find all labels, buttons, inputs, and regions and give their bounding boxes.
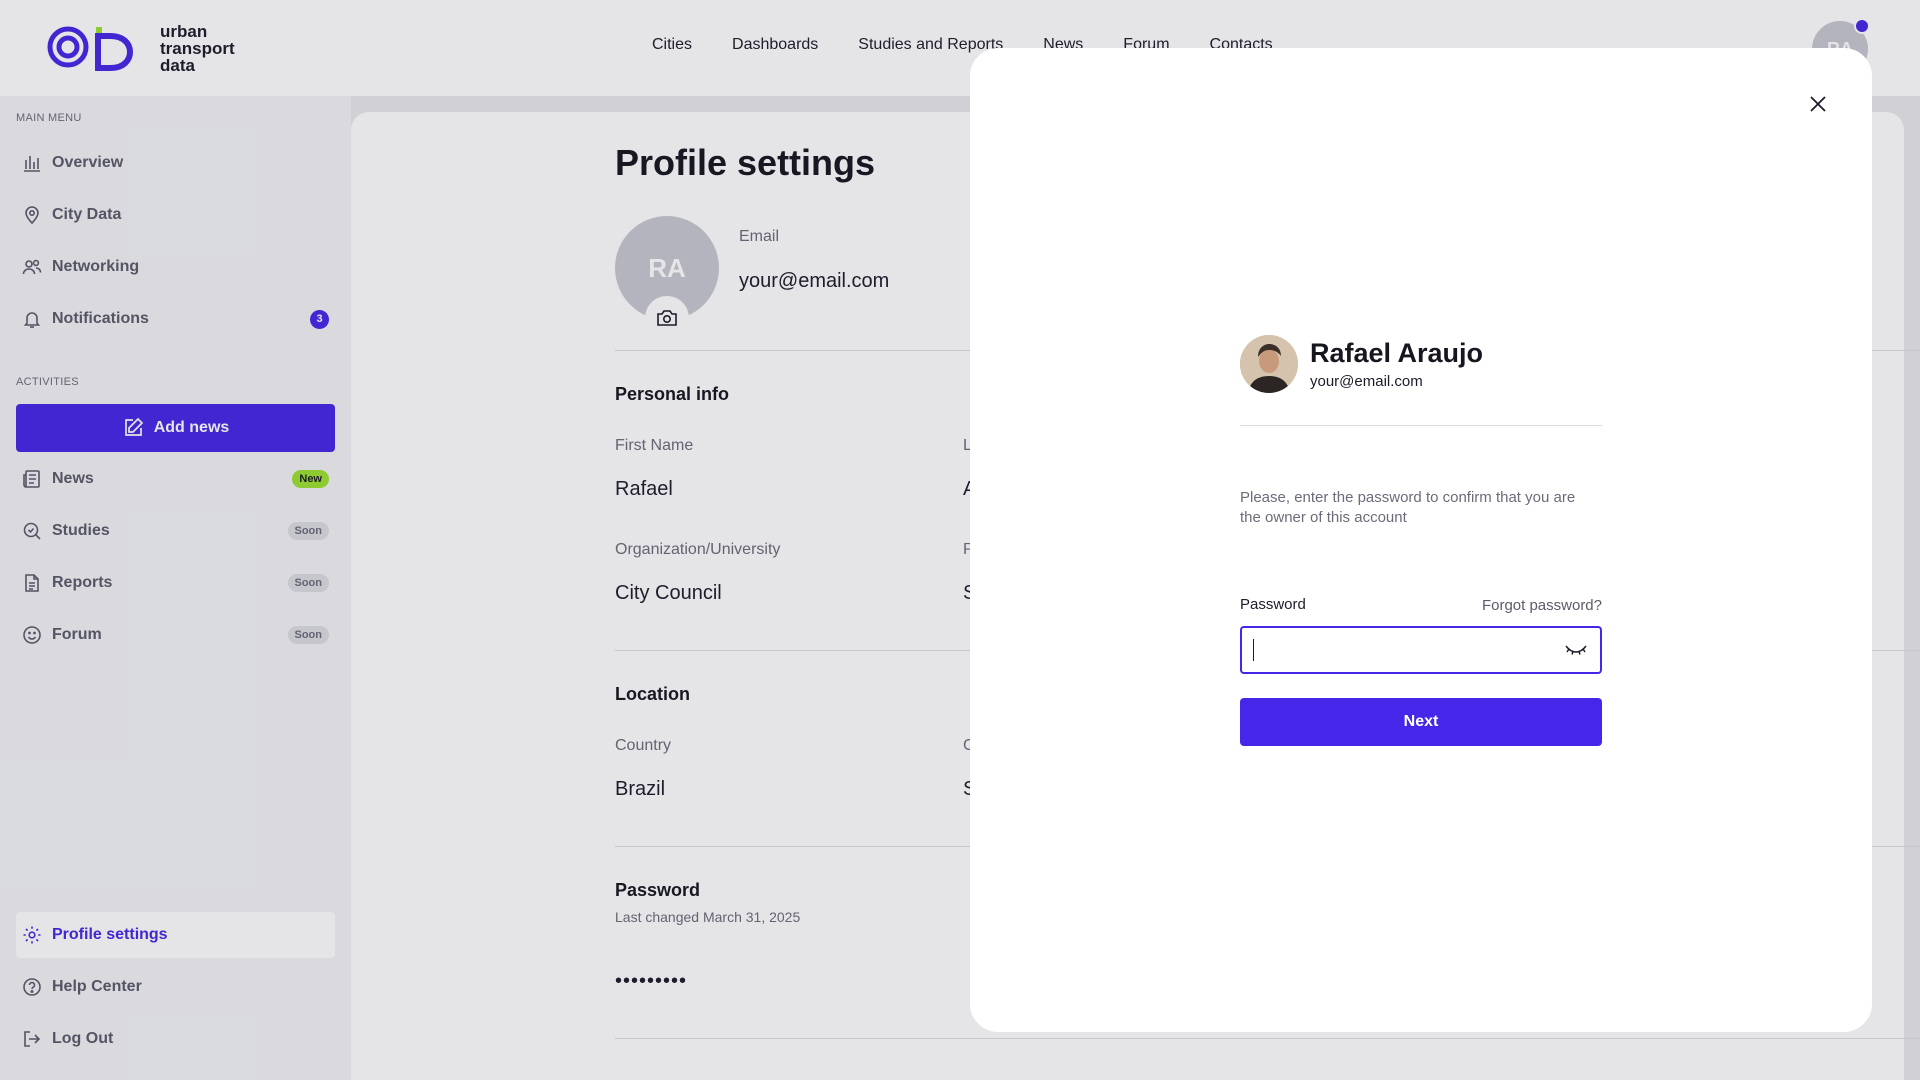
next-button[interactable]: Next	[1240, 698, 1602, 746]
user-photo	[1240, 335, 1298, 393]
forgot-password-link[interactable]: Forgot password?	[1470, 597, 1602, 614]
confirm-password-dialog: Rafael Araujo your@email.com Please, ent…	[970, 48, 1872, 1032]
dialog-description: Please, enter the password to confirm th…	[1240, 489, 1576, 526]
dialog-user-name: Rafael Araujo	[1310, 338, 1484, 368]
password-input[interactable]	[1240, 626, 1602, 674]
text-caret	[1253, 639, 1254, 661]
dialog-user-text: Rafael Araujo your@email.com	[1310, 338, 1483, 390]
dialog-user-email: your@email.com	[1310, 373, 1423, 390]
eye-closed-icon[interactable]	[1564, 639, 1588, 661]
password-label: Password	[1240, 596, 1306, 613]
dialog-divider	[1240, 425, 1602, 426]
close-icon[interactable]	[1802, 88, 1834, 120]
dialog-user-card: Rafael Araujo your@email.com	[1240, 335, 1483, 393]
